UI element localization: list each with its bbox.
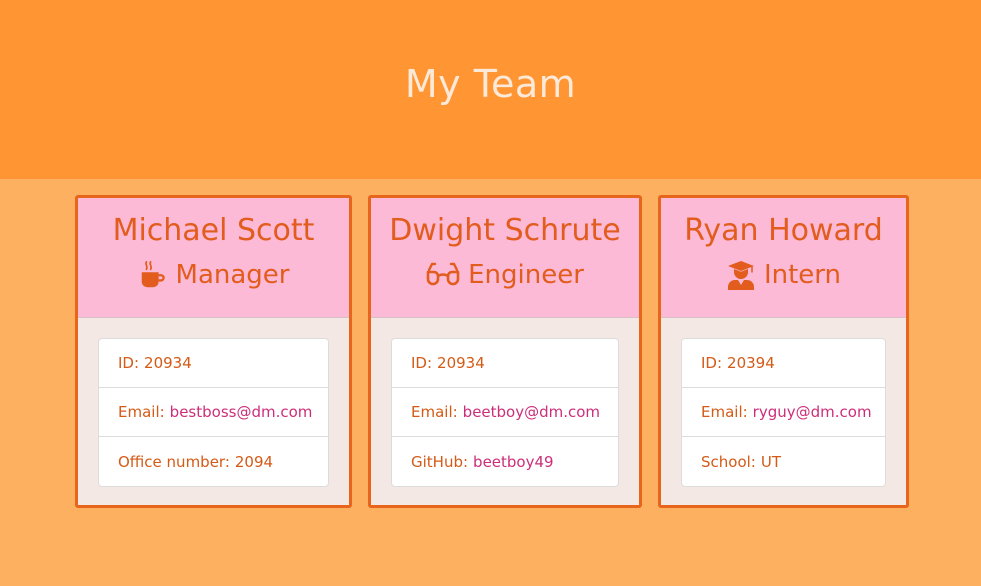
list-item-github: GitHub: beetboy49: [392, 437, 618, 486]
id-label: ID:: [411, 354, 433, 372]
page-header: My Team: [0, 0, 981, 179]
employee-card-engineer: Dwight Schrute Engineer ID: 20934 Email:…: [368, 195, 642, 508]
role-label: Engineer: [468, 260, 584, 290]
list-item-id: ID: 20394: [682, 339, 885, 388]
school-value: UT: [760, 452, 782, 471]
id-value: 20934: [144, 354, 192, 372]
employee-role: Manager: [78, 258, 349, 292]
role-label: Manager: [175, 260, 290, 290]
list-item-id: ID: 20934: [392, 339, 618, 388]
glasses-icon: [426, 260, 460, 290]
card-header: Ryan Howard Intern: [661, 198, 906, 318]
email-label: Email:: [118, 403, 165, 421]
employee-role: Intern: [661, 258, 906, 292]
role-label: Intern: [763, 260, 842, 290]
github-link[interactable]: beetboy49: [473, 453, 554, 471]
employee-name: Michael Scott: [112, 213, 315, 248]
list-item-school: School: UT: [682, 437, 885, 486]
employee-role: Engineer: [371, 258, 639, 292]
list-item-email: Email: bestboss@dm.com: [99, 388, 328, 437]
card-header: Dwight Schrute Engineer: [371, 198, 639, 318]
employee-card-intern: Ryan Howard Intern ID: 20394 Email: rygu…: [658, 195, 909, 508]
card-header: Michael Scott Manager: [78, 198, 349, 318]
office-number-label: Office number:: [118, 452, 230, 471]
email-label: Email:: [411, 403, 458, 421]
list-item-email: Email: beetboy@dm.com: [392, 388, 618, 437]
employee-name: Dwight Schrute: [389, 213, 621, 248]
github-label: GitHub:: [411, 452, 469, 471]
info-list: ID: 20934 Email: bestboss@dm.com Office …: [98, 338, 329, 487]
user-graduate-icon: [726, 260, 756, 290]
list-item-email: Email: ryguy@dm.com: [682, 388, 885, 437]
id-label: ID:: [701, 354, 723, 372]
id-value: 20394: [727, 354, 775, 372]
employee-card-manager: Michael Scott Manager ID: 20934 Email: b…: [75, 195, 352, 508]
info-list: ID: 20934 Email: beetboy@dm.com GitHub: …: [391, 338, 619, 487]
employee-name: Ryan Howard: [684, 213, 883, 248]
email-link[interactable]: ryguy@dm.com: [753, 403, 872, 421]
list-item-office-number: Office number: 2094: [99, 437, 328, 486]
school-label: School:: [701, 452, 756, 471]
office-number-value: 2094: [234, 452, 274, 471]
info-list: ID: 20394 Email: ryguy@dm.com School: UT: [681, 338, 886, 487]
email-link[interactable]: bestboss@dm.com: [170, 403, 313, 421]
email-label: Email:: [701, 403, 748, 421]
mug-hot-icon: [138, 260, 168, 290]
email-link[interactable]: beetboy@dm.com: [463, 403, 600, 421]
id-label: ID:: [118, 354, 140, 372]
list-item-id: ID: 20934: [99, 339, 328, 388]
page-title: My Team: [404, 61, 577, 106]
id-value: 20934: [437, 354, 485, 372]
